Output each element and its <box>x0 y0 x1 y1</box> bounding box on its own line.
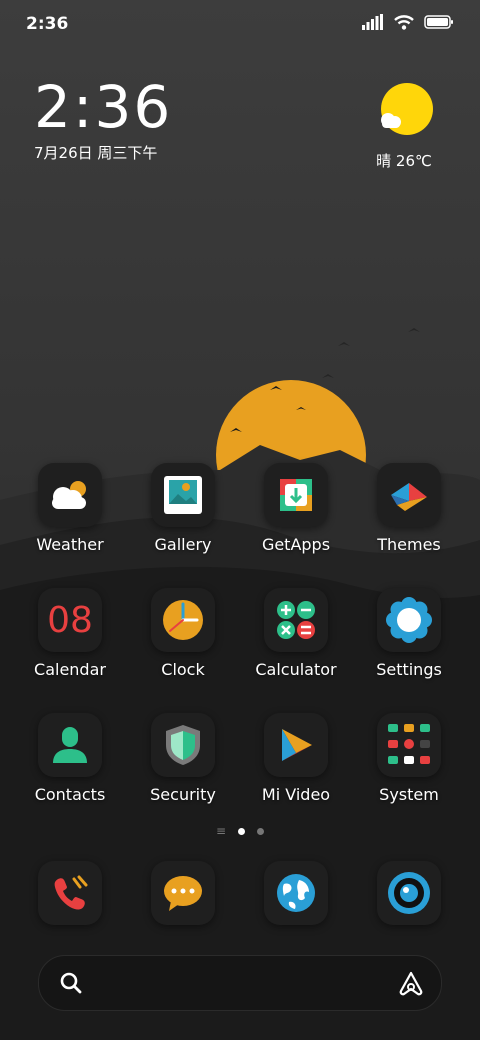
app-label: Settings <box>376 660 442 679</box>
app-label: GetApps <box>261 535 331 554</box>
calculator-icon <box>277 601 315 639</box>
app-settings[interactable]: Settings <box>353 588 465 679</box>
clock-icon <box>163 600 203 640</box>
app-calendar[interactable]: 08 Calendar <box>14 588 126 679</box>
signal-icon <box>362 14 383 30</box>
dock-messages[interactable] <box>127 861 239 925</box>
app-getapps[interactable]: GetApps <box>240 463 352 554</box>
app-label: Gallery <box>154 535 212 554</box>
contacts-icon <box>53 727 87 763</box>
calendar-icon: 08 <box>47 599 93 641</box>
gallery-icon <box>164 476 202 514</box>
app-label: Calculator <box>255 660 337 679</box>
app-system-folder[interactable]: System <box>353 713 465 804</box>
app-contacts[interactable]: Contacts <box>14 713 126 804</box>
camera-icon <box>388 872 430 914</box>
page-dot <box>257 828 265 835</box>
widget-time: 2:36 <box>34 73 173 141</box>
app-label: System <box>379 785 439 804</box>
folder-icon <box>388 724 430 764</box>
status-bar: 2:36 <box>0 0 480 50</box>
mi-video-icon <box>282 729 312 761</box>
app-label: Clock <box>161 660 205 679</box>
app-label: Contacts <box>34 785 106 804</box>
dock-browser[interactable] <box>240 861 352 925</box>
browser-icon <box>277 874 315 912</box>
weather-condition: 晴 <box>376 152 392 170</box>
page-dot-active <box>238 828 246 835</box>
search-icon[interactable] <box>59 971 83 995</box>
app-label: Mi Video <box>261 785 331 804</box>
page-indicator[interactable]: ≡ <box>0 824 480 838</box>
wifi-icon <box>394 15 414 30</box>
search-bar[interactable] <box>38 955 442 1011</box>
weather-icon <box>52 481 86 509</box>
dock-camera[interactable] <box>353 861 465 925</box>
weather-widget[interactable]: 晴 26℃ <box>364 82 444 171</box>
battery-icon <box>424 15 453 29</box>
app-clock[interactable]: Clock <box>127 588 239 679</box>
clock-widget[interactable]: 2:36 7月26日 周三下午 <box>34 76 172 163</box>
app-weather[interactable]: Weather <box>14 463 126 554</box>
themes-icon <box>391 483 427 511</box>
status-icons <box>362 14 454 30</box>
app-label: Themes <box>377 535 441 554</box>
settings-icon <box>386 597 432 643</box>
dock-phone[interactable] <box>14 861 126 925</box>
app-mi-video[interactable]: Mi Video <box>240 713 352 804</box>
menu-lines-icon: ≡ <box>215 824 227 838</box>
phone-icon <box>54 875 88 910</box>
app-label: Weather <box>36 535 104 554</box>
app-label: Security <box>150 785 216 804</box>
getapps-icon <box>280 479 312 511</box>
messages-icon <box>164 876 202 911</box>
app-security[interactable]: Security <box>127 713 239 804</box>
app-label: Calendar <box>34 660 106 679</box>
widget-date: 7月26日 周三下午 <box>34 144 158 162</box>
app-themes[interactable]: Themes <box>353 463 465 554</box>
assistant-icon[interactable] <box>397 969 425 997</box>
sunny-icon <box>381 83 433 135</box>
app-gallery[interactable]: Gallery <box>127 463 239 554</box>
weather-temperature: 26℃ <box>395 152 432 170</box>
status-time: 2:36 <box>26 14 69 34</box>
app-calculator[interactable]: Calculator <box>240 588 352 679</box>
security-icon <box>166 725 200 765</box>
